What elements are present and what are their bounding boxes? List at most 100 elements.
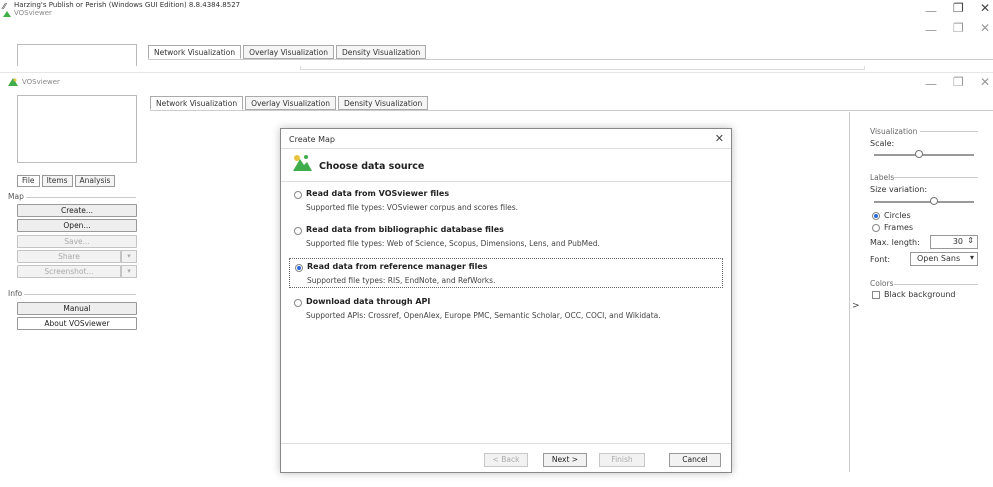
tab-network-visualization[interactable]: Network Visualization [150, 96, 244, 110]
back-tab-underline [148, 59, 993, 60]
option-label: Read data from reference manager files [307, 262, 488, 271]
option-description: Supported file types: Web of Science, Sc… [306, 239, 600, 248]
outer-close-button[interactable]: ✕ [980, 2, 990, 14]
option-description: Supported file types: VOSviewer corpus a… [306, 203, 519, 212]
back-tab-overlay[interactable]: Overlay Visualization [243, 45, 334, 59]
black-background-label: Black background [884, 290, 956, 299]
option-download-through-api[interactable]: Download data through API Supported APIs… [289, 294, 723, 324]
tab-file[interactable]: File [17, 175, 40, 187]
outer-window-title: Harzing's Publish or Perish (Windows GUI… [14, 1, 241, 9]
option-vosviewer-files-radio[interactable] [294, 191, 302, 199]
main-window-title: VOSviewer [22, 78, 60, 86]
size-variation-slider-track[interactable] [874, 201, 974, 203]
dialog-close-button[interactable]: ✕ [715, 132, 724, 145]
left-panel-tabs: File Items Analysis [17, 175, 116, 187]
main-title-bar: VOSviewer — ❐ ✕ [0, 72, 993, 90]
share-button[interactable]: Share [17, 250, 121, 263]
visualization-divider [920, 131, 978, 132]
about-vosviewer-button[interactable]: About VOSviewer [17, 317, 137, 330]
vosviewer-logo-icon [291, 153, 313, 173]
vosviewer-small-icon [3, 10, 11, 17]
size-variation-slider-thumb[interactable] [930, 197, 938, 205]
info-section-label: Info [8, 289, 23, 298]
option-reference-manager-files[interactable]: Read data from reference manager files S… [289, 258, 723, 288]
main-tab-underline [150, 110, 993, 111]
outer-title-bar: ⁄⁄ Harzing's Publish or Perish (Windows … [0, 0, 993, 17]
main-close-button[interactable]: ✕ [980, 76, 990, 88]
screenshot-button[interactable]: Screenshot... [17, 265, 121, 278]
option-vosviewer-files[interactable]: Read data from VOSviewer files Supported… [289, 186, 723, 216]
map-section-divider [26, 197, 136, 198]
labels-divider [893, 177, 978, 178]
back-tab-density[interactable]: Density Visualization [336, 45, 427, 59]
option-label: Download data through API [306, 297, 431, 306]
font-select-value: Open Sans [917, 254, 961, 263]
next-button[interactable]: Next > [543, 453, 587, 467]
outer-minimize-button[interactable]: — [925, 5, 937, 17]
circles-radio[interactable] [872, 212, 880, 220]
option-label: Read data from VOSviewer files [306, 189, 450, 198]
finish-button[interactable]: Finish [599, 453, 645, 467]
option-bibliographic-database-files-radio[interactable] [294, 227, 302, 235]
back-map-thumbnail [17, 44, 137, 66]
spinner-arrows-icon[interactable]: ⇕ [967, 236, 974, 245]
tab-overlay-visualization[interactable]: Overlay Visualization [245, 96, 336, 110]
font-label: Font: [870, 255, 891, 264]
font-select[interactable]: Open Sans ▾ [910, 252, 978, 266]
colors-divider [894, 284, 978, 285]
max-length-spinner[interactable]: 30 ⇕ [930, 235, 978, 249]
open-button[interactable]: Open... [17, 219, 137, 232]
map-thumbnail[interactable] [17, 95, 137, 163]
option-description: Supported APIs: Crossref, OpenAlex, Euro… [306, 311, 661, 320]
tab-analysis[interactable]: Analysis [74, 175, 116, 187]
map-section-label: Map [8, 192, 24, 201]
back-maximize-button[interactable]: ❐ [953, 22, 964, 34]
dialog-title-separator [281, 148, 731, 149]
dialog-header-title: Choose data source [319, 161, 425, 172]
option-reference-manager-files-radio[interactable] [295, 264, 303, 272]
cancel-button[interactable]: Cancel [669, 453, 721, 467]
back-tab-network[interactable]: Network Visualization [148, 45, 242, 59]
scale-label: Scale: [870, 139, 895, 148]
outer-maximize-button[interactable]: ❐ [953, 2, 964, 14]
option-bibliographic-database-files[interactable]: Read data from bibliographic database fi… [289, 222, 723, 252]
panel-divider [849, 112, 850, 472]
info-section-divider [24, 294, 136, 295]
scale-slider-thumb[interactable] [915, 150, 923, 158]
chevron-down-icon[interactable]: ▾ [970, 253, 974, 262]
size-variation-label: Size variation: [870, 185, 928, 194]
main-minimize-button[interactable]: — [925, 78, 937, 90]
black-background-checkbox[interactable] [872, 291, 880, 299]
back-close-button[interactable]: ✕ [980, 22, 990, 34]
back-minimize-button[interactable]: — [925, 24, 937, 36]
option-description: Supported file types: RIS, EndNote, and … [307, 276, 496, 285]
dialog-title: Create Map [289, 135, 336, 144]
dialog-header-separator [281, 181, 731, 182]
create-button[interactable]: Create... [17, 204, 137, 217]
expand-panel-arrow-icon[interactable]: > [852, 301, 860, 311]
frames-label: Frames [884, 223, 914, 232]
colors-section-label: Colors [870, 279, 894, 288]
share-dropdown-arrow-icon[interactable]: ▾ [121, 250, 137, 263]
tab-density-visualization[interactable]: Density Visualization [338, 96, 429, 110]
max-length-label: Max. length: [870, 238, 920, 247]
option-label: Read data from bibliographic database fi… [306, 225, 504, 234]
tab-items[interactable]: Items [41, 175, 73, 187]
visualization-section-label: Visualization [870, 127, 918, 136]
max-length-value: 30 [952, 237, 963, 246]
manual-button[interactable]: Manual [17, 302, 137, 315]
option-download-through-api-radio[interactable] [294, 299, 302, 307]
scale-slider-track[interactable] [874, 154, 974, 156]
screenshot-dropdown-arrow-icon[interactable]: ▾ [121, 265, 137, 278]
outer-window-subtitle: VOSviewer [14, 9, 52, 17]
back-tab-bar: Network Visualization Overlay Visualizat… [148, 45, 427, 59]
main-maximize-button[interactable]: ❐ [953, 76, 964, 88]
frames-radio[interactable] [872, 224, 880, 232]
back-dialog-edge [300, 66, 865, 70]
labels-section-label: Labels [870, 173, 895, 182]
create-map-dialog: Create Map ✕ Choose data source Read dat… [280, 128, 732, 473]
save-button[interactable]: Save... [17, 235, 137, 248]
main-tab-bar: Network Visualization Overlay Visualizat… [150, 96, 429, 110]
vosviewer-icon [8, 78, 18, 86]
back-button[interactable]: < Back [484, 453, 528, 467]
